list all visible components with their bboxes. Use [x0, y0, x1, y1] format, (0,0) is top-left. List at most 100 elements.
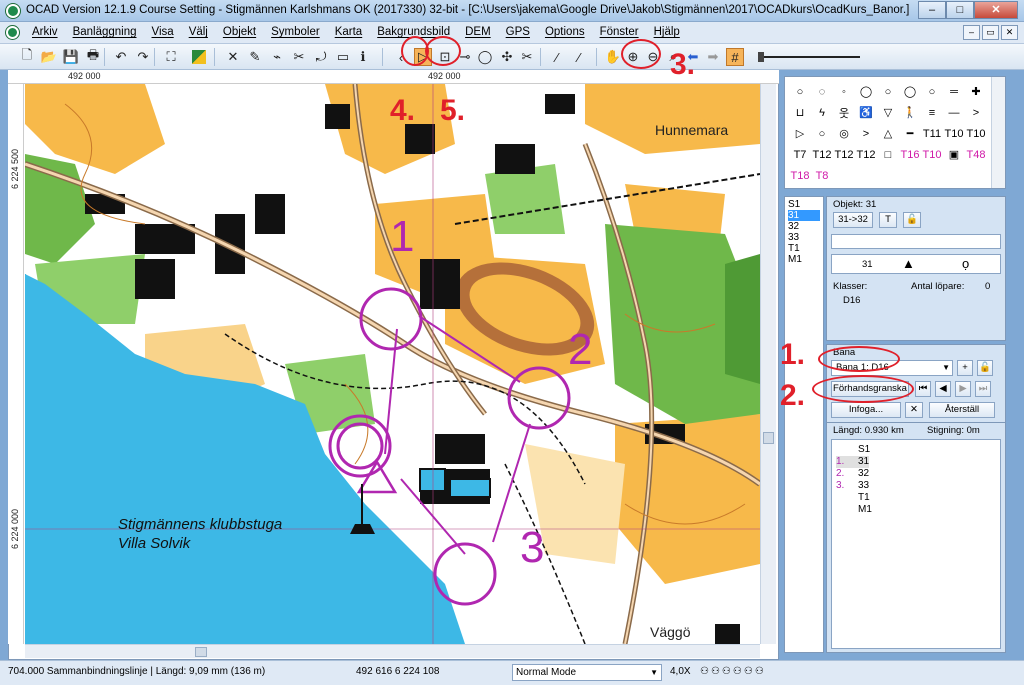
- pan-icon[interactable]: ✋: [604, 48, 622, 66]
- draw-curve-icon[interactable]: ⁄: [570, 48, 588, 66]
- list-item[interactable]: M1: [836, 504, 872, 516]
- symbol-text-icon[interactable]: T10: [943, 123, 965, 144]
- open-folder-icon[interactable]: 📂: [40, 48, 58, 66]
- list-item[interactable]: S1: [788, 199, 820, 210]
- symbol-cup-icon[interactable]: ⊔: [789, 102, 811, 123]
- menu-karta[interactable]: Karta: [335, 26, 363, 38]
- list-item[interactable]: M1: [788, 254, 820, 265]
- symbol-triangle-icon[interactable]: ▷: [789, 123, 811, 144]
- cut-icon[interactable]: ✂: [518, 48, 536, 66]
- list-item[interactable]: T1: [788, 243, 820, 254]
- insert-button[interactable]: Infoga...: [831, 402, 901, 418]
- redo-icon[interactable]: ↷: [134, 48, 152, 66]
- zoom-slider[interactable]: [756, 50, 864, 64]
- symbol-text-icon[interactable]: T12: [833, 144, 855, 165]
- circle-icon[interactable]: ◯: [476, 48, 494, 66]
- symbol-text-icon[interactable]: T18: [789, 165, 811, 186]
- symbol-angle-icon[interactable]: >: [855, 123, 877, 144]
- draw-line-icon[interactable]: ⁄: [548, 48, 566, 66]
- symbol-triangle-icon[interactable]: △: [877, 123, 899, 144]
- symbol-toilet-icon[interactable]: ♿: [855, 102, 877, 123]
- next-control-button[interactable]: ▶: [955, 381, 971, 397]
- menu-banlaggning[interactable]: Banläggning: [73, 26, 137, 38]
- zoom-slider-knob[interactable]: [758, 52, 764, 62]
- grid-icon[interactable]: #: [726, 48, 744, 66]
- list-item-selected[interactable]: 1. 31: [836, 456, 870, 468]
- last-control-button[interactable]: ⏭: [975, 381, 991, 397]
- list-item[interactable]: 2. 32: [836, 468, 869, 480]
- list-item[interactable]: S1: [836, 444, 870, 456]
- symbol-circle-icon[interactable]: ◯: [899, 81, 921, 102]
- first-control-button[interactable]: ⏮: [915, 381, 931, 397]
- menu-valj[interactable]: Välj: [189, 26, 208, 38]
- relink-button[interactable]: 31->32: [833, 212, 873, 228]
- list-item[interactable]: 32: [788, 221, 820, 232]
- symbol-lightning-icon[interactable]: ϟ: [811, 102, 833, 123]
- menu-fonster[interactable]: Fönster: [600, 26, 639, 38]
- map-horizontal-scrollbar[interactable]: [25, 644, 760, 658]
- symbol-line-icon[interactable]: —: [943, 102, 965, 123]
- symbol-person-icon[interactable]: 웃: [833, 102, 855, 123]
- mode-select[interactable]: Normal Mode ▼: [512, 664, 662, 681]
- menu-hjalp[interactable]: Hjälp: [654, 26, 680, 38]
- view-mode-icons[interactable]: ⚇⚇⚇⚇⚇⚇: [700, 666, 766, 677]
- add-course-button[interactable]: +: [957, 360, 973, 376]
- menu-dem[interactable]: DEM: [465, 26, 491, 38]
- menu-arkiv[interactable]: Arkiv: [32, 26, 58, 38]
- symbol-text-icon[interactable]: T12: [811, 144, 833, 165]
- new-file-icon[interactable]: 🗋: [18, 47, 36, 66]
- menu-visa[interactable]: Visa: [152, 26, 174, 38]
- orienteering-map[interactable]: [25, 84, 760, 644]
- brush-icon[interactable]: ⌁: [268, 48, 286, 66]
- menu-objekt[interactable]: Objekt: [223, 26, 256, 38]
- maximize-button[interactable]: □: [946, 1, 974, 19]
- symbol-text-icon[interactable]: T48: [965, 144, 987, 165]
- list-item[interactable]: 3. 33: [836, 480, 869, 492]
- save-icon[interactable]: 💾: [62, 48, 80, 66]
- prev-control-button[interactable]: ◀: [935, 381, 951, 397]
- symbol-double-circle-icon[interactable]: ◎: [833, 123, 855, 144]
- close-button[interactable]: ✕: [974, 1, 1018, 19]
- cross-icon[interactable]: ✣: [498, 48, 516, 66]
- symbol-double-circle-icon[interactable]: ◌: [811, 81, 833, 102]
- symbol-text-icon[interactable]: T11: [921, 123, 943, 144]
- symbol-angle-icon[interactable]: >: [965, 102, 987, 123]
- symbol-text-icon[interactable]: T16: [899, 144, 921, 165]
- menu-options[interactable]: Options: [545, 26, 585, 38]
- info-icon[interactable]: ℹ: [354, 48, 372, 66]
- symbol-text-icon[interactable]: T7: [789, 144, 811, 165]
- symbol-circle-icon[interactable]: ○: [921, 81, 943, 102]
- reset-button[interactable]: Återställ: [929, 402, 995, 418]
- delete-icon[interactable]: ✕: [224, 48, 242, 66]
- text-button[interactable]: T: [879, 212, 897, 228]
- map-h-scroll-thumb[interactable]: [195, 647, 207, 657]
- object-description-field[interactable]: [831, 234, 1001, 249]
- lock-course-button[interactable]: 🔓: [977, 360, 993, 376]
- rotate-icon[interactable]: ⤾: [312, 48, 330, 66]
- list-item[interactable]: 33: [788, 232, 820, 243]
- symbol-text-icon[interactable]: T12: [855, 144, 877, 165]
- menu-gps[interactable]: GPS: [506, 26, 530, 38]
- symbol-text-icon[interactable]: T8: [811, 165, 833, 186]
- symbol-square-icon[interactable]: □: [877, 144, 899, 165]
- symbol-frame-icon[interactable]: ▣: [943, 144, 965, 165]
- edit-icon[interactable]: ✎: [246, 48, 264, 66]
- document-icon[interactable]: [6, 26, 19, 39]
- symbol-cross-icon[interactable]: ✚: [965, 81, 987, 102]
- fullscreen-icon[interactable]: ⛶: [162, 48, 180, 66]
- undo-icon[interactable]: ↶: [112, 48, 130, 66]
- color-icon[interactable]: [190, 48, 208, 66]
- symbol-person-icon[interactable]: 🚶: [899, 102, 921, 123]
- lock-button[interactable]: 🔓: [903, 212, 921, 228]
- symbol-circle-icon[interactable]: ◯: [855, 81, 877, 102]
- mdi-restore-button[interactable]: ▭: [982, 25, 999, 40]
- menu-symboler[interactable]: Symboler: [271, 26, 320, 38]
- list-item[interactable]: T1: [836, 492, 870, 504]
- symbol-bold-line-icon[interactable]: ━: [899, 123, 921, 144]
- map-v-scroll-thumb[interactable]: [763, 432, 774, 444]
- minimize-button[interactable]: –: [918, 1, 946, 19]
- scissors-icon[interactable]: ✂: [290, 48, 308, 66]
- map-vertical-scrollbar[interactable]: [760, 84, 776, 644]
- symbol-dash-icon[interactable]: ═: [943, 81, 965, 102]
- symbol-circle-icon[interactable]: ○: [877, 81, 899, 102]
